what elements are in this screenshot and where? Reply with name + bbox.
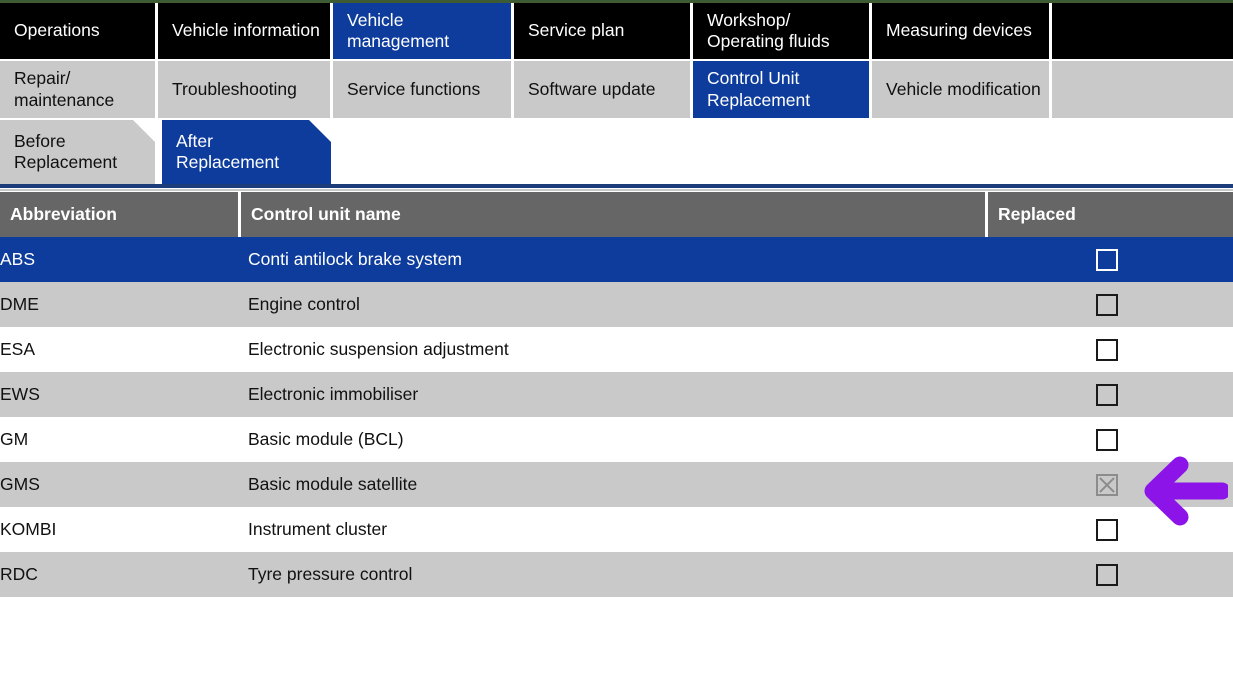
cell-abbreviation: GM bbox=[0, 417, 240, 462]
tab-before-replacement[interactable]: Before Replacement bbox=[0, 120, 155, 184]
secondary-tab-bar: Repair/ maintenance Troubleshooting Serv… bbox=[0, 61, 1233, 118]
table-row[interactable]: DMEEngine control bbox=[0, 282, 1233, 327]
replaced-checkbox-gm[interactable] bbox=[1096, 429, 1118, 451]
cell-abbreviation: GMS bbox=[0, 462, 240, 507]
tab-service-functions[interactable]: Service functions bbox=[333, 61, 511, 118]
cell-abbreviation: KOMBI bbox=[0, 507, 240, 552]
tab-empty-2[interactable] bbox=[1052, 61, 1233, 118]
cell-replaced bbox=[988, 462, 1233, 507]
table-row[interactable]: RDCTyre pressure control bbox=[0, 552, 1233, 597]
tertiary-tab-bar: Before Replacement After Replacement bbox=[0, 120, 1233, 184]
cell-replaced bbox=[988, 327, 1233, 372]
cell-abbreviation: DME bbox=[0, 282, 240, 327]
replaced-checkbox-dme[interactable] bbox=[1096, 294, 1118, 316]
tab-measuring-devices[interactable]: Measuring devices bbox=[872, 3, 1049, 59]
cell-control-unit-name: Conti antilock brake system bbox=[248, 237, 978, 282]
tab-software-update[interactable]: Software update bbox=[514, 61, 690, 118]
control-unit-replacement-screen: Operations Vehicle information Vehicle m… bbox=[0, 0, 1233, 697]
cell-replaced bbox=[988, 507, 1233, 552]
cell-replaced bbox=[988, 282, 1233, 327]
tab-repair-maintenance[interactable]: Repair/ maintenance bbox=[0, 61, 155, 118]
tab-workshop-operating-fluids[interactable]: Workshop/ Operating fluids bbox=[693, 3, 869, 59]
tab-service-plan[interactable]: Service plan bbox=[514, 3, 690, 59]
table-row[interactable]: EWSElectronic immobiliser bbox=[0, 372, 1233, 417]
tab-operations[interactable]: Operations bbox=[0, 3, 155, 59]
replaced-checkbox-gms bbox=[1096, 474, 1118, 496]
replaced-checkbox-ews[interactable] bbox=[1096, 384, 1118, 406]
replaced-checkbox-rdc[interactable] bbox=[1096, 564, 1118, 586]
cell-abbreviation: ABS bbox=[0, 237, 240, 282]
cell-control-unit-name: Basic module satellite bbox=[248, 462, 978, 507]
tab-vehicle-information[interactable]: Vehicle information bbox=[158, 3, 330, 59]
table-row[interactable]: ESAElectronic suspension adjustment bbox=[0, 327, 1233, 372]
tab-troubleshooting[interactable]: Troubleshooting bbox=[158, 61, 330, 118]
cell-abbreviation: ESA bbox=[0, 327, 240, 372]
table-header-row: Abbreviation Control unit name Replaced bbox=[0, 192, 1233, 237]
control-units-table: Abbreviation Control unit name Replaced … bbox=[0, 192, 1233, 597]
table-row[interactable]: GMSBasic module satellite bbox=[0, 462, 1233, 507]
cell-replaced bbox=[988, 372, 1233, 417]
cell-replaced bbox=[988, 552, 1233, 597]
tab-empty-1[interactable] bbox=[1052, 3, 1233, 59]
replaced-checkbox-esa[interactable] bbox=[1096, 339, 1118, 361]
cell-abbreviation: EWS bbox=[0, 372, 240, 417]
cell-control-unit-name: Electronic suspension adjustment bbox=[248, 327, 978, 372]
cell-control-unit-name: Basic module (BCL) bbox=[248, 417, 978, 462]
cell-replaced bbox=[988, 417, 1233, 462]
replaced-checkbox-abs[interactable] bbox=[1096, 249, 1118, 271]
cell-control-unit-name: Engine control bbox=[248, 282, 978, 327]
column-header-abbreviation: Abbreviation bbox=[0, 192, 238, 237]
cell-abbreviation: RDC bbox=[0, 552, 240, 597]
table-row[interactable]: ABSConti antilock brake system bbox=[0, 237, 1233, 282]
tab-vehicle-modification[interactable]: Vehicle modification bbox=[872, 61, 1049, 118]
cell-control-unit-name: Instrument cluster bbox=[248, 507, 978, 552]
column-header-control-unit-name: Control unit name bbox=[241, 192, 985, 237]
table-row[interactable]: KOMBIInstrument cluster bbox=[0, 507, 1233, 552]
replaced-checkbox-kombi[interactable] bbox=[1096, 519, 1118, 541]
tab-after-replacement[interactable]: After Replacement bbox=[162, 120, 331, 184]
tab-control-unit-replacement[interactable]: Control Unit Replacement bbox=[693, 61, 869, 118]
table-row[interactable]: GMBasic module (BCL) bbox=[0, 417, 1233, 462]
cell-control-unit-name: Tyre pressure control bbox=[248, 552, 978, 597]
nav-bottom-rule bbox=[0, 184, 1233, 188]
tab-vehicle-management[interactable]: Vehicle management bbox=[333, 3, 511, 59]
table-body: ABSConti antilock brake systemDMEEngine … bbox=[0, 237, 1233, 597]
primary-tab-bar: Operations Vehicle information Vehicle m… bbox=[0, 3, 1233, 59]
column-header-replaced: Replaced bbox=[988, 192, 1233, 237]
cell-replaced bbox=[988, 237, 1233, 282]
cell-control-unit-name: Electronic immobiliser bbox=[248, 372, 978, 417]
nav-bottom-rule-2 bbox=[0, 189, 1233, 191]
